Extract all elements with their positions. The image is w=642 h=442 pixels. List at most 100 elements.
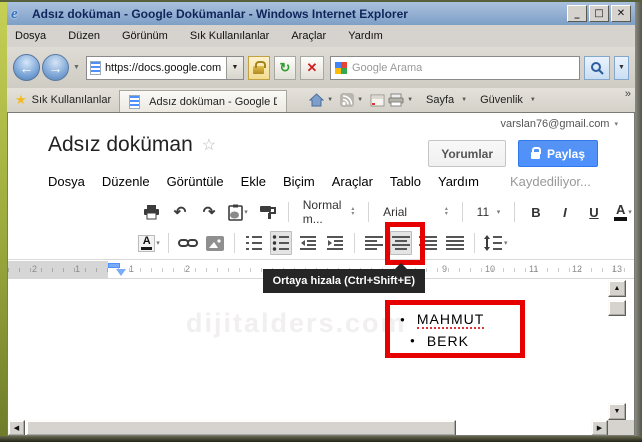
line-spacing-button[interactable]: ▾ [483,231,508,255]
ruler-number: 2 [185,264,190,274]
undo-button[interactable]: ↶ [169,200,191,224]
forward-button[interactable]: → [42,54,69,81]
scroll-right-button[interactable]: ▶ [591,420,608,436]
document-canvas[interactable]: dijitalders.com ● MAHMUT ● BERK [8,280,608,420]
horizontal-scrollbar-thumb[interactable] [26,420,456,436]
font-size-select[interactable]: 11 ▾ [473,200,505,224]
scroll-down-button[interactable]: ▼ [608,403,626,420]
web-clipboard-button[interactable]: ▾ [227,200,249,224]
account-row[interactable]: varslan76@gmail.com ▾ [500,118,618,130]
print-button[interactable] [140,200,162,224]
title-bar: e Adsız doküman - Google Dokümanlar - Wi… [7,2,635,25]
increase-indent-button[interactable] [324,231,346,255]
align-right-button[interactable] [417,231,439,255]
list-item[interactable]: ● MAHMUT [400,309,520,330]
ie-menu-gorunum[interactable]: Görünüm [122,30,168,42]
align-right-icon [419,236,437,250]
list-item[interactable]: ● BERK [400,330,520,351]
home-icon[interactable] [309,93,324,107]
horizontal-scrollbar[interactable]: ◀ ▶ [8,420,634,436]
scroll-left-button[interactable]: ◀ [8,420,25,436]
favorites-bar: ★ Sık Kullanılanlar Adsız doküman - Goog… [7,88,635,112]
text-color-caret-icon: ▾ [628,208,632,216]
print-icon[interactable] [388,93,404,107]
favorites-button[interactable]: ★ Sık Kullanılanlar [7,88,119,112]
bold-button[interactable]: B [525,200,547,224]
scroll-up-button[interactable]: ▲ [608,280,626,297]
redo-button[interactable]: ↷ [198,200,220,224]
stop-button[interactable]: ✕ [300,56,324,80]
docs-menu-duzenle[interactable]: Düzenle [102,174,150,189]
search-options-caret[interactable]: ▼ [614,56,629,80]
left-indent-marker[interactable] [116,269,126,276]
doc-title[interactable]: Adsız doküman [48,133,193,157]
comments-button[interactable]: Yorumlar [428,140,506,167]
minimize-button[interactable]: _ [567,5,587,22]
ie-menu-yardim[interactable]: Yardım [348,30,383,42]
search-box[interactable] [330,56,580,80]
toolbar-separator [288,202,289,222]
docs-menu-goruntule[interactable]: Görüntüle [167,174,224,189]
back-button[interactable]: ← [13,54,40,81]
align-left-button[interactable] [363,231,385,255]
refresh-button[interactable]: ↻ [274,56,296,80]
ie-menu-araclar[interactable]: Araçlar [291,30,326,42]
feed-caret-icon[interactable]: ▼ [357,97,363,103]
security-lock-button[interactable] [248,56,270,80]
vertical-scrollbar-thumb[interactable] [608,300,626,316]
ruler-number: 1 [129,264,134,274]
text-color-button[interactable]: A ▾ [612,200,634,224]
address-input[interactable] [105,62,226,74]
security-caret-icon[interactable]: ▼ [530,97,536,103]
page-caret-icon[interactable]: ▼ [461,97,467,103]
docs-menu-yardim[interactable]: Yardım [438,174,479,189]
page-menu[interactable]: Sayfa [426,94,454,106]
ruler-number: 11 [529,264,538,274]
first-line-indent-marker[interactable] [108,263,120,268]
history-dropdown-icon[interactable]: ▼ [73,64,80,71]
docs-menu-ekle[interactable]: Ekle [241,174,266,189]
insert-link-button[interactable] [177,231,199,255]
address-bar[interactable]: ▼ [86,56,244,80]
underline-button[interactable]: U [583,200,605,224]
google-logo-icon [335,62,347,74]
close-button[interactable]: ✕ [611,5,631,22]
share-button[interactable]: Paylaş [518,140,598,167]
address-dropdown-button[interactable]: ▼ [226,57,243,79]
browser-tab[interactable]: Adsız doküman - Google D... [119,90,287,112]
decrease-indent-button[interactable] [297,231,319,255]
vertical-scrollbar[interactable]: ▲ ▼ [608,280,626,420]
security-menu[interactable]: Güvenlik [480,94,523,106]
bullet-icon: ● [410,336,416,345]
search-go-button[interactable] [584,56,610,80]
ie-menu-dosya[interactable]: Dosya [15,30,46,42]
numbered-list-button[interactable] [243,231,265,255]
ie-menu-sik-kullanilanlar[interactable]: Sık Kullanılanlar [190,30,270,42]
search-input[interactable] [352,62,579,74]
print-caret-icon[interactable]: ▼ [407,97,413,103]
docs-menu-tablo[interactable]: Tablo [390,174,421,189]
font-family-select[interactable]: Arial ▴▾ [379,200,452,224]
docs-menu-dosya[interactable]: Dosya [48,174,85,189]
doc-title-row: Adsız doküman ☆ [48,133,216,157]
font-spinner-icon: ▴▾ [445,207,448,217]
docs-menu-araclar[interactable]: Araçlar [332,174,373,189]
highlight-caret-icon: ▾ [156,239,160,247]
feed-rss-icon[interactable] [340,93,354,107]
ie-menu-duzen[interactable]: Düzen [68,30,100,42]
insert-image-button[interactable] [204,231,226,255]
align-center-button[interactable]: Ortaya hizala (Ctrl+Shift+E) [390,231,412,255]
paint-format-button[interactable] [256,200,278,224]
highlight-color-button[interactable]: A ▾ [138,231,160,255]
toolbar-overflow-icon[interactable]: » [625,88,631,100]
italic-button[interactable]: I [554,200,576,224]
doc-star-icon[interactable]: ☆ [202,135,216,155]
paragraph-style-select[interactable]: Normal m... ▴▾ [299,200,359,224]
image-icon [206,236,224,251]
read-mail-icon[interactable] [370,94,385,107]
docs-menu-bicim[interactable]: Biçim [283,174,315,189]
bullet-list-button[interactable] [270,231,292,255]
home-caret-icon[interactable]: ▼ [327,97,333,103]
justify-button[interactable] [444,231,466,255]
maximize-button[interactable]: □ [589,5,609,22]
